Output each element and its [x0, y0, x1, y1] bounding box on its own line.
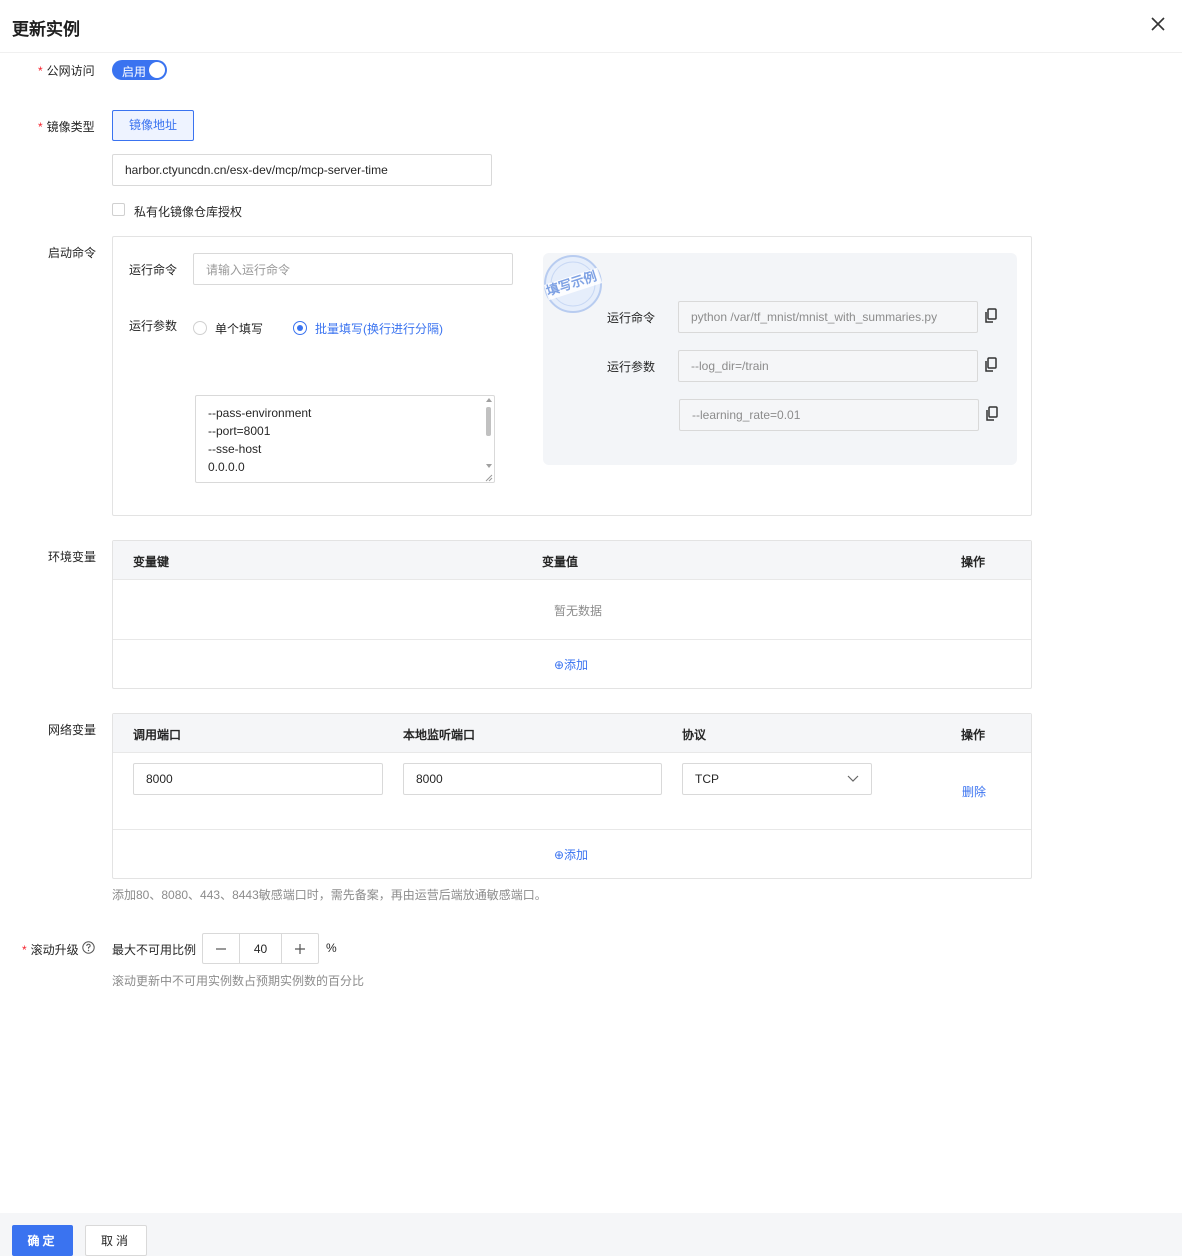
required-mark: *: [38, 120, 43, 134]
rolling-hint: 滚动更新中不可用实例数占预期实例数的百分比: [112, 974, 365, 988]
run-args-textarea[interactable]: --pass-environment --port=8001 --sse-hos…: [195, 395, 495, 483]
minus-icon: [216, 947, 227, 950]
protocol-select[interactable]: TCP: [682, 763, 872, 795]
env-col-key: 变量键: [133, 555, 170, 569]
mode-single-label: 单个填写: [215, 322, 264, 336]
scroll-down-icon[interactable]: [486, 463, 492, 469]
example-command-label: 运行命令: [607, 311, 656, 325]
divider: [113, 829, 1031, 830]
network-table-header: [113, 714, 1031, 752]
example-args-label: 运行参数: [607, 360, 656, 374]
close-icon[interactable]: [1148, 14, 1168, 34]
image-address-option[interactable]: 镜像地址: [112, 110, 194, 141]
protocol-select-value: TCP: [695, 772, 719, 786]
call-port-input[interactable]: 8000: [133, 763, 383, 795]
copy-icon[interactable]: [985, 406, 999, 422]
mode-single-radio[interactable]: [193, 321, 207, 335]
startup-label: 启动命令: [48, 246, 97, 260]
percent-unit: %: [326, 941, 337, 955]
increment-button[interactable]: [282, 934, 318, 963]
scroll-up-icon[interactable]: [486, 397, 492, 403]
private-repo-checkbox[interactable]: [112, 203, 125, 216]
toggle-text: 启用: [122, 65, 147, 79]
copy-icon[interactable]: [984, 308, 998, 324]
network-col-call-port: 调用端口: [133, 728, 182, 742]
run-command-input[interactable]: 请输入运行命令: [193, 253, 513, 285]
example-command-input: python /var/tf_mnist/mnist_with_summarie…: [678, 301, 978, 333]
network-label: 网络变量: [48, 723, 97, 737]
dialog-title: 更新实例: [12, 20, 80, 39]
network-hint: 添加80、8080、443、8443敏感端口时，需先备案，再由运营后端放通敏感端…: [112, 888, 547, 902]
rolling-label: * 滚动升级: [22, 943, 79, 957]
network-col-protocol: 协议: [682, 728, 707, 742]
max-unavailable-stepper: 40: [202, 933, 319, 964]
run-command-label: 运行命令: [129, 263, 178, 277]
public-access-label: * 公网访问: [38, 64, 95, 78]
copy-icon[interactable]: [984, 357, 998, 373]
max-unavailable-value[interactable]: 40: [239, 934, 282, 963]
toggle-knob: [149, 62, 165, 78]
mode-batch-radio[interactable]: [293, 321, 307, 335]
env-label: 环境变量: [48, 550, 97, 564]
cancel-button[interactable]: 取消: [85, 1225, 147, 1256]
public-access-toggle[interactable]: 启用: [112, 60, 167, 80]
resize-handle-icon[interactable]: [485, 474, 493, 482]
dialog-header: 更新实例: [0, 0, 1182, 53]
divider: [113, 639, 1031, 640]
local-port-input[interactable]: 8000: [403, 763, 662, 795]
image-address-input[interactable]: harbor.ctyuncdn.cn/esx-dev/mcp/mcp-serve…: [112, 154, 492, 186]
example-arg1-input: --log_dir=/train: [678, 350, 978, 382]
env-add-button[interactable]: ⊕添加: [554, 656, 588, 673]
plus-icon: [294, 943, 305, 954]
env-col-action: 操作: [961, 555, 986, 569]
required-mark: *: [22, 943, 27, 957]
network-delete-button[interactable]: 删除: [962, 783, 986, 800]
env-col-value: 变量值: [542, 555, 579, 569]
textarea-scrollbar[interactable]: [486, 407, 491, 436]
example-arg2-input: --learning_rate=0.01: [679, 399, 979, 431]
network-col-action: 操作: [961, 728, 986, 742]
env-empty-text: 暂无数据: [554, 604, 603, 618]
image-type-label: * 镜像类型: [38, 120, 95, 134]
divider: [113, 752, 1031, 753]
private-repo-label: 私有化镜像仓库授权: [134, 205, 243, 219]
dialog-footer: [0, 1213, 1182, 1256]
network-col-local-port: 本地监听端口: [403, 728, 476, 742]
network-add-button[interactable]: ⊕添加: [554, 846, 588, 863]
max-unavailable-label: 最大不可用比例: [112, 943, 197, 957]
mode-batch-label: 批量填写(换行进行分隔): [315, 322, 443, 336]
required-mark: *: [38, 64, 43, 78]
chevron-down-icon: [847, 775, 859, 782]
confirm-button[interactable]: 确定: [12, 1225, 73, 1256]
run-args-label: 运行参数: [129, 319, 178, 333]
decrement-button[interactable]: [203, 934, 239, 963]
divider: [113, 579, 1031, 580]
help-icon[interactable]: [82, 941, 95, 954]
